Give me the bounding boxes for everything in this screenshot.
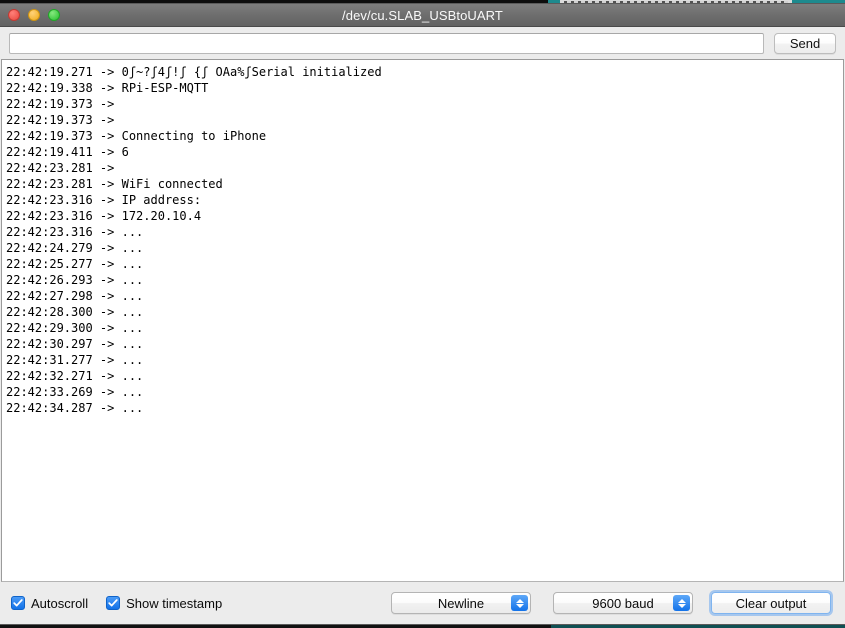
log-line: 22:42:25.277 -> ... bbox=[6, 257, 144, 271]
log-line: 22:42:19.271 -> 0ʃ~?ʃ4ʃ!ʃ {ʃ OAa%ʃSerial… bbox=[6, 65, 382, 79]
serial-monitor-window: /dev/cu.SLAB_USBtoUART Send 22:42:19.271… bbox=[0, 4, 845, 624]
log-line: 22:42:31.277 -> ... bbox=[6, 353, 144, 367]
serial-send-input[interactable] bbox=[9, 32, 764, 54]
stepper-arrows-icon[interactable] bbox=[673, 595, 690, 611]
log-line: 22:42:33.269 -> ... bbox=[6, 385, 144, 399]
log-line: 22:42:19.411 -> 6 bbox=[6, 145, 129, 159]
window-title: /dev/cu.SLAB_USBtoUART bbox=[342, 7, 503, 23]
log-line: 22:42:24.279 -> ... bbox=[6, 241, 144, 255]
log-line: 22:42:19.373 -> bbox=[6, 113, 122, 127]
log-line: 22:42:30.297 -> ... bbox=[6, 337, 144, 351]
maximize-button-icon[interactable] bbox=[48, 9, 60, 21]
log-line: 22:42:29.300 -> ... bbox=[6, 321, 144, 335]
checkmark-icon bbox=[11, 596, 25, 610]
autoscroll-label: Autoscroll bbox=[31, 595, 89, 611]
window-controls bbox=[0, 9, 60, 21]
minimize-button-icon[interactable] bbox=[28, 9, 40, 21]
log-line: 22:42:34.287 -> ... bbox=[6, 401, 144, 415]
log-line: 22:42:19.373 -> bbox=[6, 97, 122, 111]
autoscroll-checkbox[interactable]: Autoscroll bbox=[11, 596, 88, 611]
log-line: 22:42:32.271 -> ... bbox=[6, 369, 144, 383]
line-ending-select[interactable]: Newline bbox=[391, 592, 531, 614]
window-titlebar[interactable]: /dev/cu.SLAB_USBtoUART bbox=[0, 4, 845, 27]
log-line: 22:42:26.293 -> ... bbox=[6, 273, 144, 287]
send-bar: Send bbox=[0, 27, 845, 59]
serial-output-log: 22:42:19.271 -> 0ʃ~?ʃ4ʃ!ʃ {ʃ OAa%ʃSerial… bbox=[2, 60, 843, 416]
send-button[interactable]: Send bbox=[774, 32, 836, 54]
log-line: 22:42:19.338 -> RPi-ESP-MQTT bbox=[6, 81, 209, 95]
stepper-arrows-icon[interactable] bbox=[511, 595, 528, 611]
baud-rate-select[interactable]: 9600 baud bbox=[553, 592, 693, 614]
log-line: 22:42:27.298 -> ... bbox=[6, 289, 144, 303]
bottom-toolbar: Autoscroll Show timestamp Newline 9600 b… bbox=[0, 582, 845, 624]
log-line: 22:42:28.300 -> ... bbox=[6, 305, 144, 319]
clear-output-button[interactable]: Clear output bbox=[711, 592, 831, 614]
log-line: 22:42:19.373 -> Connecting to iPhone bbox=[6, 129, 267, 143]
show-timestamp-label: Show timestamp bbox=[126, 595, 223, 611]
baud-rate-value: 9600 baud bbox=[592, 595, 654, 611]
show-timestamp-checkbox[interactable]: Show timestamp bbox=[106, 596, 222, 611]
checkmark-icon bbox=[106, 596, 121, 610]
log-line: 22:42:23.316 -> IP address: bbox=[6, 193, 202, 207]
close-button-icon[interactable] bbox=[8, 9, 20, 21]
log-line: 22:42:23.281 -> WiFi connected bbox=[6, 177, 223, 191]
log-line: 22:42:23.281 -> bbox=[6, 161, 122, 175]
log-line: 22:42:23.316 -> 172.20.10.4 bbox=[6, 209, 202, 223]
serial-output-panel[interactable]: 22:42:19.271 -> 0ʃ~?ʃ4ʃ!ʃ {ʃ OAa%ʃSerial… bbox=[1, 59, 844, 582]
line-ending-value: Newline bbox=[437, 595, 485, 611]
log-line: 22:42:23.316 -> ... bbox=[6, 225, 144, 239]
